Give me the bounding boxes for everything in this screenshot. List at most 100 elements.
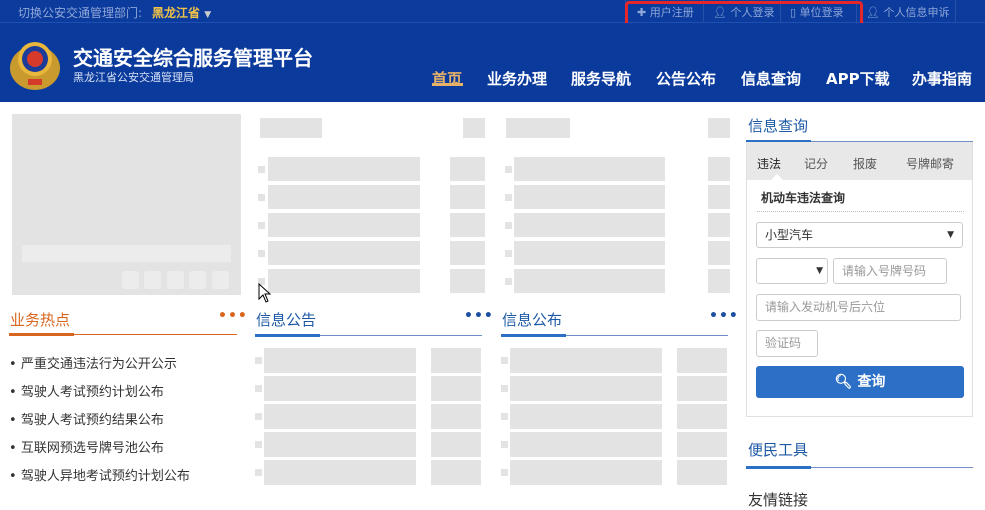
- top-bar: 切换公安交通管理部门: 黑龙江省 ▼ ✚ 用户注册 👤︎ 个人登录 ▯ 单位登录…: [0, 0, 985, 28]
- nav-guide[interactable]: 办事指南: [912, 68, 972, 89]
- hot-topics-title: 业务热点: [10, 311, 71, 329]
- loading-placeholder: [677, 348, 727, 373]
- loading-placeholder: [505, 194, 512, 201]
- nav-app-download[interactable]: APP下载: [826, 68, 890, 89]
- hot-topic-item[interactable]: • 互联网预选号牌号池公布: [9, 437, 164, 456]
- loading-placeholder: [677, 404, 727, 429]
- loading-placeholder: [501, 469, 508, 476]
- hot-topic-label: 互联网预选号牌号池公布: [20, 441, 164, 456]
- loading-placeholder: [501, 441, 508, 448]
- loading-placeholder: [510, 404, 662, 429]
- loading-placeholder: [268, 185, 420, 209]
- loading-placeholder: [510, 348, 662, 373]
- hot-topic-item[interactable]: • 驾驶人考试预约计划公布: [9, 381, 164, 400]
- loading-placeholder: [514, 241, 665, 265]
- loading-placeholder: [708, 185, 730, 209]
- loading-placeholder: [510, 432, 662, 457]
- header: 交通安全综合服务管理平台 黑龙江省公安交通管理局 首页 业务办理 服务导航 公告…: [0, 23, 985, 102]
- hot-topic-item[interactable]: • 驾驶人异地考试预约计划公布: [9, 465, 190, 484]
- links-title: 友情链接: [748, 491, 809, 509]
- captcha-input[interactable]: 验证码: [756, 330, 818, 357]
- province-value: 黑龙江省: [152, 6, 201, 20]
- loading-placeholder: [431, 376, 481, 401]
- loading-placeholder: [514, 213, 665, 237]
- vehicle-type-select[interactable]: 小型汽车 ▼: [756, 222, 963, 248]
- query-title: 信息查询: [748, 117, 809, 135]
- loading-placeholder: [258, 166, 265, 173]
- loading-placeholder: [264, 348, 416, 373]
- switch-department-label: 切换公安交通管理部门:: [18, 6, 143, 20]
- loading-placeholder: [501, 413, 508, 420]
- mouse-cursor-icon: [258, 283, 272, 303]
- publish-more-button[interactable]: •••: [709, 308, 739, 324]
- appeal-link[interactable]: 👤︎ 个人信息申诉: [866, 4, 949, 20]
- hot-topic-label: 驾驶人考试预约结果公布: [20, 413, 164, 428]
- loading-placeholder: [260, 118, 322, 138]
- loading-placeholder: [431, 404, 481, 429]
- loading-placeholder: [708, 241, 730, 265]
- plate-number-input[interactable]: 请输入号牌号码: [833, 258, 947, 284]
- site-subtitle: 黑龙江省公安交通管理局: [73, 71, 194, 84]
- loading-placeholder: [431, 432, 481, 457]
- loading-placeholder: [505, 250, 512, 257]
- loading-placeholder: [505, 166, 512, 173]
- loading-placeholder: [506, 118, 570, 138]
- loading-placeholder: [677, 460, 727, 485]
- province-selector[interactable]: 黑龙江省 ▼: [152, 4, 211, 21]
- hot-topic-label: 驾驶人考试预约计划公布: [20, 385, 164, 400]
- loading-placeholder: [514, 157, 665, 181]
- loading-placeholder: [255, 413, 262, 420]
- loading-placeholder: [268, 213, 420, 237]
- loading-placeholder: [268, 241, 420, 265]
- plate-prefix-select[interactable]: ▼: [756, 258, 828, 284]
- query-button[interactable]: 🔍︎ 查询: [756, 366, 964, 398]
- tab-plate-mail[interactable]: 号牌邮寄: [906, 155, 954, 172]
- nav-service-guide[interactable]: 服务导航: [571, 68, 631, 89]
- loading-placeholder: [264, 432, 416, 457]
- loading-placeholder: [431, 460, 481, 485]
- query-tabs: 违法 记分 报废 号牌邮寄: [747, 142, 972, 180]
- notice-title: 信息公告: [256, 311, 317, 329]
- caret-down-icon: ▼: [204, 10, 212, 20]
- hot-topics-more-button[interactable]: •••: [218, 308, 248, 324]
- site-title: 交通安全综合服务管理平台: [73, 46, 313, 70]
- loading-placeholder: [501, 385, 508, 392]
- loading-placeholder: [708, 157, 730, 181]
- notice-more-button[interactable]: •••: [464, 308, 494, 324]
- tab-scrap[interactable]: 报废: [853, 155, 877, 172]
- loading-placeholder: [510, 376, 662, 401]
- loading-placeholder: [268, 269, 420, 293]
- nav-info-query[interactable]: 信息查询: [741, 68, 801, 89]
- loading-placeholder: [677, 376, 727, 401]
- loading-placeholder: [258, 194, 265, 201]
- loading-placeholder: [450, 157, 485, 181]
- loading-placeholder: [708, 213, 730, 237]
- loading-placeholder: [708, 269, 730, 293]
- query-subtitle: 机动车违法查询: [761, 191, 846, 205]
- engine-number-input[interactable]: 请输入发动机号后六位: [756, 294, 961, 321]
- loading-placeholder: [514, 185, 665, 209]
- nav-announcements[interactable]: 公告公布: [656, 68, 716, 89]
- query-button-label: 查询: [857, 374, 886, 390]
- loading-placeholder: [258, 222, 265, 229]
- loading-placeholder: [450, 269, 485, 293]
- hot-topic-item[interactable]: • 驾驶人考试预约结果公布: [9, 409, 164, 428]
- loading-placeholder: [450, 213, 485, 237]
- loading-placeholder: [431, 348, 481, 373]
- loading-placeholder: [264, 404, 416, 429]
- loading-placeholder: [255, 385, 262, 392]
- loading-placeholder: [268, 157, 420, 181]
- loading-placeholder: [708, 118, 730, 138]
- loading-placeholder: [450, 241, 485, 265]
- hot-topic-label: 驾驶人异地考试预约计划公布: [20, 469, 190, 484]
- loading-placeholder: [255, 441, 262, 448]
- loading-placeholder: [264, 460, 416, 485]
- nav-business[interactable]: 业务办理: [487, 68, 547, 89]
- tab-violation[interactable]: 违法: [757, 155, 781, 172]
- appeal-label: 个人信息申诉: [883, 6, 950, 19]
- hot-topic-item[interactable]: • 严重交通违法行为公开公示: [9, 353, 177, 372]
- banner-placeholder[interactable]: [12, 114, 241, 295]
- vehicle-type-value: 小型汽车: [765, 228, 814, 242]
- tab-points[interactable]: 记分: [804, 155, 828, 172]
- loading-placeholder: [258, 250, 265, 257]
